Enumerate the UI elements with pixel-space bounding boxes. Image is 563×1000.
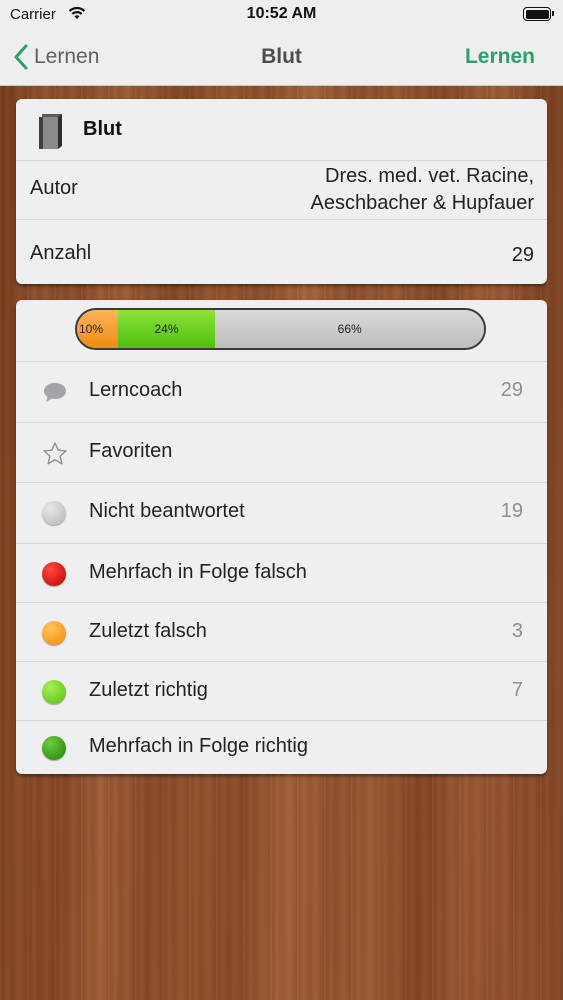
list-item-label: Zuletzt richtig (89, 679, 208, 701)
list-item-nicht-beantwortet[interactable]: Nicht beantwortet 19 (16, 483, 547, 543)
status-dot (42, 680, 66, 704)
book-icon (36, 112, 66, 155)
status-dot (42, 736, 66, 760)
star-icon (42, 441, 67, 465)
progress-segment-wrong-label: 10% (79, 322, 104, 336)
list-item-count: 29 (500, 379, 523, 401)
book-title-row: Blut (16, 99, 547, 160)
progress-row: 10% 24% 66% (16, 300, 547, 361)
learn-button[interactable]: Lernen (465, 45, 535, 69)
list-item-count: 19 (500, 500, 523, 522)
status-bar: Carrier 10:52 AM (0, 0, 563, 30)
list-item-count: 7 (511, 679, 523, 701)
dark-green-dot-icon (42, 736, 66, 760)
author-row: Autor Dres. med. vet. Racine, Aeschbache… (16, 161, 547, 219)
list-item-label: Mehrfach in Folge falsch (89, 561, 307, 583)
red-dot-icon (42, 562, 66, 586)
progress-segment-right-label: 24% (154, 322, 179, 336)
list-item-label: Favoriten (89, 440, 173, 462)
orange-dot-icon (42, 621, 66, 645)
progress-segment-wrong: 10% (77, 310, 118, 348)
author-value-line1: Dres. med. vet. Racine, (325, 165, 534, 187)
book-info-card: Blut Autor Dres. med. vet. Racine, Aesch… (16, 99, 547, 284)
book-title: Blut (83, 118, 122, 140)
progress-segment-unanswered-label: 66% (337, 322, 362, 336)
list-item-label: Nicht beantwortet (89, 500, 245, 522)
list-item-label: Lerncoach (89, 379, 183, 401)
count-label: Anzahl (30, 242, 92, 264)
list-item-mehrfach-richtig[interactable]: Mehrfach in Folge richtig (16, 721, 547, 774)
list-item-count: 3 (511, 620, 523, 642)
list-item-lerncoach[interactable]: Lerncoach 29 (16, 362, 547, 422)
learning-status-card: 10% 24% 66% Lerncoach 29 Favoriten Nicht… (16, 300, 547, 774)
progress-bar: 10% 24% 66% (75, 308, 486, 350)
clock: 10:52 AM (246, 5, 317, 22)
list-item-label: Zuletzt falsch (89, 620, 207, 642)
list-item-zuletzt-falsch[interactable]: Zuletzt falsch 3 (16, 603, 547, 663)
progress-segment-right: 24% (117, 310, 216, 348)
count-row: Anzahl 29 (16, 220, 547, 284)
status-dot (42, 621, 66, 645)
light-green-dot-icon (42, 680, 66, 704)
count-value: 29 (511, 244, 534, 266)
list-item-zuletzt-richtig[interactable]: Zuletzt richtig 7 (16, 662, 547, 722)
author-value: Dres. med. vet. Racine, Aeschbacher & Hu… (311, 163, 534, 217)
author-label: Autor (30, 177, 78, 199)
list-item-mehrfach-falsch[interactable]: Mehrfach in Folge falsch (16, 544, 547, 604)
battery-icon (523, 7, 554, 21)
status-dot (42, 501, 66, 525)
speech-bubble-icon (42, 380, 66, 404)
status-dot (42, 562, 66, 586)
gray-dot-icon (42, 501, 66, 525)
author-value-line2: Aeschbacher & Hupfauer (310, 192, 534, 214)
list-item-favoriten[interactable]: Favoriten (16, 423, 547, 483)
progress-segment-unanswered: 66% (215, 310, 484, 348)
list-item-label: Mehrfach in Folge richtig (89, 735, 308, 757)
navigation-bar: Lernen Blut Lernen (0, 30, 563, 86)
